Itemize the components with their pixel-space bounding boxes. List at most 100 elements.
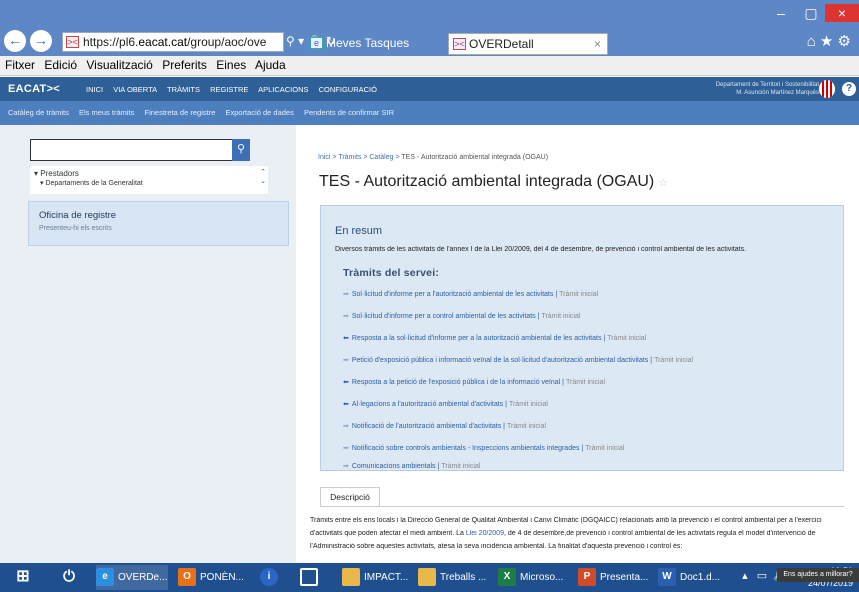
feedback-tooltip[interactable]: Ens ajudes a millorar? bbox=[777, 568, 859, 582]
nav-aplicacions[interactable]: APLICACIONS bbox=[258, 85, 308, 94]
taskbar-item-monitor[interactable] bbox=[300, 565, 330, 590]
tab-overdetall[interactable]: >< OVERDetall × bbox=[448, 33, 608, 55]
tramit-item[interactable]: ⬅ Resposta a la petició de l'exposició pú… bbox=[343, 378, 605, 386]
tree-child[interactable]: ▾ Departaments de la Generalitat bbox=[34, 179, 264, 189]
taskbar-item-excel[interactable]: X Microso... bbox=[498, 565, 568, 590]
office-box[interactable]: Oficina de registre Presenteu-hi els esc… bbox=[28, 201, 289, 246]
tramit-item[interactable]: ➡ Petició d'exposició pública i informaci… bbox=[343, 356, 693, 364]
tab-label: Meves Tasques bbox=[326, 36, 410, 50]
ie-app-icon: e bbox=[96, 568, 114, 587]
nav-registre[interactable]: REGISTRE bbox=[210, 85, 248, 94]
url-field[interactable]: >< https://pl6.eacat.cat/group/aoc/ove bbox=[62, 32, 284, 52]
provider-tree[interactable]: ▾ Prestadors ▾ Departaments de la Genera… bbox=[30, 166, 268, 194]
menu-preferits[interactable]: Preferits bbox=[162, 58, 207, 72]
tramit-link[interactable]: Petició d'exposició pública i informació… bbox=[352, 357, 648, 364]
settings-gear-icon[interactable]: ⚙ bbox=[838, 33, 851, 50]
search-button[interactable]: ⚲ bbox=[232, 139, 250, 161]
crumb-inici[interactable]: Inici bbox=[318, 154, 330, 161]
back-button[interactable]: ← bbox=[4, 30, 26, 52]
site-favicon-icon: >< bbox=[66, 36, 79, 48]
tramit-item[interactable]: ➡ Sol·licitud d'informe per a l'autoritza… bbox=[343, 290, 598, 298]
network-icon[interactable]: ▭ bbox=[757, 570, 767, 582]
tramit-link[interactable]: Sol·licitud d'informe per a l'autoritzac… bbox=[352, 291, 554, 298]
maximize-button[interactable]: ▢ bbox=[797, 4, 825, 22]
top-navigation: INICI VIA OBERTA TRÀMITS REGISTRE APLICA… bbox=[86, 85, 385, 94]
tramit-item[interactable]: ➡ Notificació de l'autorització ambiental… bbox=[343, 422, 546, 430]
dropdown-icon[interactable]: ▾ bbox=[298, 34, 304, 48]
close-tab-icon[interactable]: × bbox=[594, 34, 601, 54]
tramit-link[interactable]: Notificació de l'autorització ambiental … bbox=[352, 423, 501, 430]
eacat-logo[interactable]: EACAT>< bbox=[8, 83, 60, 95]
taskbar-item-powerpoint[interactable]: P Presenta... bbox=[578, 565, 650, 590]
incoming-arrow-icon: ⬅ bbox=[343, 379, 349, 386]
taskbar-item-folder-treballs[interactable]: ▮ Treballs ... bbox=[418, 565, 488, 590]
tramit-item[interactable]: ➡ Comunicacions ambientals | Tràmit inicia… bbox=[343, 462, 480, 470]
crumb-current: TES - Autorització ambiental integrada (… bbox=[401, 154, 549, 161]
subnav-pendents-sir[interactable]: Pendents de confirmar SIR bbox=[304, 108, 394, 117]
outgoing-arrow-icon: ➡ bbox=[343, 445, 349, 452]
subnav-finestreta[interactable]: Finestreta de registre bbox=[145, 108, 216, 117]
tramit-link[interactable]: Notificació sobre controls ambientals - … bbox=[352, 445, 580, 452]
tab-descripcio[interactable]: Descripció bbox=[320, 487, 380, 507]
address-bar-row: ← → >< https://pl6.eacat.cat/group/aoc/o… bbox=[0, 28, 859, 56]
taskbar-item-ie[interactable]: e OVERDe... bbox=[96, 565, 168, 590]
minimize-button[interactable]: – bbox=[767, 4, 795, 22]
taskbar-item-folder-impact[interactable]: ▮ IMPACT... bbox=[342, 565, 408, 590]
excel-app-icon: X bbox=[498, 568, 516, 587]
description-line: Tràmits entre els ens locals i la Direcc… bbox=[310, 517, 822, 524]
favorites-star-icon[interactable]: ★ bbox=[820, 33, 833, 50]
tramit-item[interactable]: ⬅ Al·legacions a l'autorització ambiental… bbox=[343, 400, 548, 408]
close-window-button[interactable]: × bbox=[825, 4, 859, 22]
menu-edicio[interactable]: Edició bbox=[44, 58, 77, 72]
crumb-tramits[interactable]: Tràmits bbox=[338, 154, 361, 161]
menu-fitxer[interactable]: Fitxer bbox=[5, 58, 35, 72]
tab-meves-tasques[interactable]: e Meves Tasques bbox=[306, 33, 440, 55]
windows-start-icon[interactable]: ⊞ bbox=[14, 565, 36, 590]
taskbar-label: PONÈN... bbox=[200, 572, 244, 583]
home-icon[interactable]: ⌂ bbox=[807, 33, 816, 50]
search-input[interactable] bbox=[30, 139, 245, 161]
menu-eines[interactable]: Eines bbox=[216, 58, 246, 72]
left-sidebar: ⚲ ▾ Prestadors ▾ Departaments de la Gene… bbox=[0, 125, 296, 563]
powerpoint-app-icon: P bbox=[578, 568, 596, 587]
description-text: d'activitats que poden afectar el medi a… bbox=[310, 530, 466, 537]
nav-inici[interactable]: INICI bbox=[86, 85, 103, 94]
menu-visualitzacio[interactable]: Visualització bbox=[86, 58, 152, 72]
tree-scroll-icon[interactable]: ⌃ ⌄ bbox=[260, 168, 266, 186]
subnav-meus-tramits[interactable]: Els meus tràmits bbox=[79, 108, 134, 117]
menu-ajuda[interactable]: Ajuda bbox=[255, 58, 286, 72]
crumb-cataleg[interactable]: Catàleg bbox=[369, 154, 393, 161]
tramit-item[interactable]: ⬅ Resposta a la sol·licitud d'informe per… bbox=[343, 334, 646, 342]
tramit-item[interactable]: ➡ Notificació sobre controls ambientals -… bbox=[343, 444, 624, 452]
tramit-kind: Tràmit inicial bbox=[441, 463, 481, 470]
summary-text: Diversos tràmits de les activitats de l'… bbox=[335, 246, 747, 253]
services-heading: Tràmits del servei: bbox=[343, 267, 440, 279]
outgoing-arrow-icon: ➡ bbox=[343, 357, 349, 364]
tramit-link[interactable]: Comunicacions ambientals bbox=[352, 463, 436, 470]
help-icon[interactable]: ? bbox=[842, 82, 856, 96]
tramit-item[interactable]: ➡ Sol·licitud d'informe per a control amb… bbox=[343, 312, 580, 320]
llei-link[interactable]: Llei 20/2009 bbox=[466, 530, 504, 537]
word-app-icon: W bbox=[658, 568, 676, 587]
tramit-link[interactable]: Resposta a la sol·licitud d'informe per … bbox=[352, 335, 602, 342]
subnav-exportacio[interactable]: Exportació de dades bbox=[225, 108, 293, 117]
tray-chevron-icon[interactable]: ▴ bbox=[742, 570, 748, 582]
outgoing-arrow-icon: ➡ bbox=[343, 423, 349, 430]
tramit-link[interactable]: Resposta a la petició de l'exposició púb… bbox=[352, 379, 560, 386]
tree-root[interactable]: ▾ Prestadors bbox=[34, 169, 264, 179]
favorite-star-icon[interactable]: ☆ bbox=[658, 177, 668, 189]
nav-via-oberta[interactable]: VIA OBERTA bbox=[113, 85, 157, 94]
taskbar-item-info[interactable]: i bbox=[260, 565, 290, 590]
url-prefix: https://pl6. bbox=[83, 35, 139, 49]
nav-configuracio[interactable]: CONFIGURACIÓ bbox=[319, 85, 377, 94]
search-icon[interactable]: ⚲ bbox=[286, 34, 295, 48]
subnav-cataleg[interactable]: Catàleg de tràmits bbox=[8, 108, 69, 117]
power-icon[interactable]: ⏻ bbox=[60, 565, 82, 590]
tramit-link[interactable]: Sol·licitud d'informe per a control ambi… bbox=[352, 313, 536, 320]
forward-button[interactable]: → bbox=[30, 30, 52, 52]
taskbar-item-word[interactable]: W Doc1.d... bbox=[658, 565, 730, 590]
user-name[interactable]: M. Asunción Martínez Marqués bbox=[716, 89, 819, 97]
tramit-link[interactable]: Al·legacions a l'autorització ambiental … bbox=[352, 401, 503, 408]
nav-tramits[interactable]: TRÀMITS bbox=[167, 85, 200, 94]
taskbar-item-outlook[interactable]: O PONÈN... bbox=[178, 565, 250, 590]
